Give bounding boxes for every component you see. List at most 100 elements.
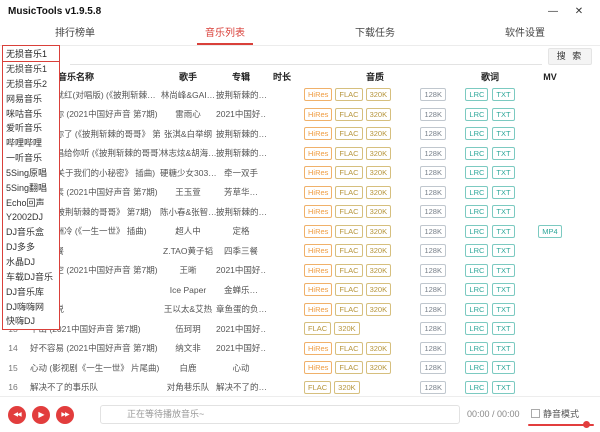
hires-button[interactable]: HiRes (304, 361, 332, 374)
hires-button[interactable]: HiRes (304, 264, 332, 277)
128k-button[interactable]: 128K (420, 186, 446, 199)
320k-button[interactable]: 320K (366, 108, 392, 121)
320k-button[interactable]: 320K (366, 88, 392, 101)
play-button[interactable]: ▶ (32, 406, 50, 424)
hires-button[interactable]: HiRes (304, 205, 332, 218)
hires-button[interactable]: HiRes (304, 88, 332, 101)
table-row[interactable]: 13 下山 (2021中国好声音 第7期) 伍珂玥 2021中国好… FLAC3… (0, 319, 600, 339)
128k-button[interactable]: 128K (420, 205, 446, 218)
lrc-button[interactable]: LRC (465, 186, 488, 199)
flac-button[interactable]: FLAC (335, 283, 362, 296)
table-row[interactable]: 12 乡野传说 王以太&艾热 章鱼蛋的负… HiResFLAC320K 128K… (0, 300, 600, 320)
source-option[interactable]: DJ音乐盒 (3, 225, 59, 240)
320k-button[interactable]: 320K (366, 127, 392, 140)
lrc-button[interactable]: LRC (465, 303, 488, 316)
hires-button[interactable]: HiRes (304, 283, 332, 296)
table-row[interactable]: 15 心动 (影视剧《一生一世》 片尾曲) 白鹿 心动 HiResFLAC320… (0, 358, 600, 378)
flac-button[interactable]: FLAC (335, 264, 362, 277)
table-row[interactable]: 2 四季予你 (2021中国好声音 第7期) 雷雨心 2021中国好… HiRe… (0, 105, 600, 125)
txt-button[interactable]: TXT (492, 244, 514, 257)
table-row[interactable]: 6 一荤一素 (2021中国好声音 第7期) 王玉萱 芳草华… HiResFLA… (0, 183, 600, 203)
128k-button[interactable]: 128K (420, 88, 446, 101)
source-option[interactable]: Echo回声 (3, 196, 59, 211)
320k-button[interactable]: 320K (366, 283, 392, 296)
mute-checkbox[interactable] (531, 409, 540, 418)
source-option[interactable]: Y2002DJ (3, 210, 59, 225)
128k-button[interactable]: 128K (420, 127, 446, 140)
mp4-button[interactable]: MP4 (538, 225, 561, 238)
128k-button[interactable]: 128K (420, 244, 446, 257)
hires-button[interactable]: HiRes (304, 108, 332, 121)
table-row[interactable]: 1 我在你就红(对唱版) (《披荆斩棘… 林尚峰&GAI… 披荆斩棘的… HiR… (0, 85, 600, 105)
source-select[interactable]: 无损音乐1 (3, 46, 59, 62)
hires-button[interactable]: HiRes (304, 303, 332, 316)
source-option[interactable]: 网易音乐 (3, 92, 59, 107)
tab-music-list[interactable]: 音乐列表 (150, 22, 300, 45)
flac-button[interactable]: FLAC (304, 381, 331, 394)
txt-button[interactable]: TXT (492, 303, 514, 316)
source-option[interactable]: 5Sing原唱 (3, 166, 59, 181)
320k-button[interactable]: 320K (366, 244, 392, 257)
source-option[interactable]: 无损音乐2 (3, 77, 59, 92)
128k-button[interactable]: 128K (420, 225, 446, 238)
hires-button[interactable]: HiRes (304, 342, 332, 355)
source-option[interactable]: 爱听音乐 (3, 121, 59, 136)
txt-button[interactable]: TXT (492, 283, 514, 296)
table-row[interactable]: 7 滋味 (《披荆斩棘的哥哥》 第7期) 陈小春&张智… 披荆斩棘的… HiRe… (0, 202, 600, 222)
txt-button[interactable]: TXT (492, 147, 514, 160)
txt-button[interactable]: TXT (492, 361, 514, 374)
hires-button[interactable]: HiRes (304, 166, 332, 179)
hires-button[interactable]: HiRes (304, 225, 332, 238)
tab-settings[interactable]: 软件设置 (450, 22, 600, 45)
source-option[interactable]: DJ多多 (3, 240, 59, 255)
flac-button[interactable]: FLAC (304, 322, 331, 335)
source-option[interactable]: 哔哩哔哩 (3, 136, 59, 151)
table-row[interactable]: 3 兄弟想你了 (《披荆斩棘的哥哥》 第7期) 张淇&白举纲 披荆斩棘的… Hi… (0, 124, 600, 144)
txt-button[interactable]: TXT (492, 342, 514, 355)
hires-button[interactable]: HiRes (304, 127, 332, 140)
128k-button[interactable]: 128K (420, 166, 446, 179)
320k-button[interactable]: 320K (366, 225, 392, 238)
flac-button[interactable]: FLAC (335, 186, 362, 199)
hires-button[interactable]: HiRes (304, 147, 332, 160)
flac-button[interactable]: FLAC (335, 108, 362, 121)
320k-button[interactable]: 320K (334, 381, 360, 394)
source-option[interactable]: 水晶DJ (3, 255, 59, 270)
tab-ranking[interactable]: 排行榜单 (0, 22, 150, 45)
table-row[interactable]: 5 初爱 (《关于我们的小秘密》 插曲) 硬糖少女303… 牵一双手 HiRes… (0, 163, 600, 183)
source-option[interactable]: 车载DJ音乐 (3, 270, 59, 285)
table-row[interactable]: 8 寂寞沙洲冷 (《一生一世》 插曲) 超人中 定格 HiResFLAC320K… (0, 222, 600, 242)
lrc-button[interactable]: LRC (465, 205, 488, 218)
volume-knob[interactable] (583, 421, 590, 428)
previous-button[interactable]: ◀◀ (8, 406, 26, 424)
128k-button[interactable]: 128K (420, 147, 446, 160)
128k-button[interactable]: 128K (420, 361, 446, 374)
txt-button[interactable]: TXT (492, 186, 514, 199)
lrc-button[interactable]: LRC (465, 283, 488, 296)
source-option[interactable]: 无损音乐1 (3, 62, 59, 77)
lrc-button[interactable]: LRC (465, 147, 488, 160)
lrc-button[interactable]: LRC (465, 88, 488, 101)
320k-button[interactable]: 320K (366, 361, 392, 374)
volume-slider[interactable] (528, 421, 594, 428)
lrc-button[interactable]: LRC (465, 127, 488, 140)
source-option[interactable]: 快嗨DJ (3, 314, 59, 329)
flac-button[interactable]: FLAC (335, 88, 362, 101)
flac-button[interactable]: FLAC (335, 166, 362, 179)
flac-button[interactable]: FLAC (335, 303, 362, 316)
128k-button[interactable]: 128K (420, 342, 446, 355)
source-option[interactable]: 咪咕音乐 (3, 107, 59, 122)
320k-button[interactable]: 320K (366, 166, 392, 179)
search-input[interactable] (70, 48, 542, 65)
txt-button[interactable]: TXT (492, 108, 514, 121)
flac-button[interactable]: FLAC (335, 147, 362, 160)
source-option[interactable]: DJ嗨嗨网 (3, 300, 59, 315)
close-icon[interactable]: ✕ (566, 6, 592, 17)
mute-toggle[interactable]: 静音模式 (531, 407, 579, 420)
320k-button[interactable]: 320K (366, 303, 392, 316)
flac-button[interactable]: FLAC (335, 205, 362, 218)
next-button[interactable]: ▶▶ (56, 406, 74, 424)
txt-button[interactable]: TXT (492, 166, 514, 179)
table-row[interactable]: 16 解决不了的事乐队 对角巷乐队 解决不了的… FLAC320K 128K L… (0, 378, 600, 398)
flac-button[interactable]: FLAC (335, 225, 362, 238)
